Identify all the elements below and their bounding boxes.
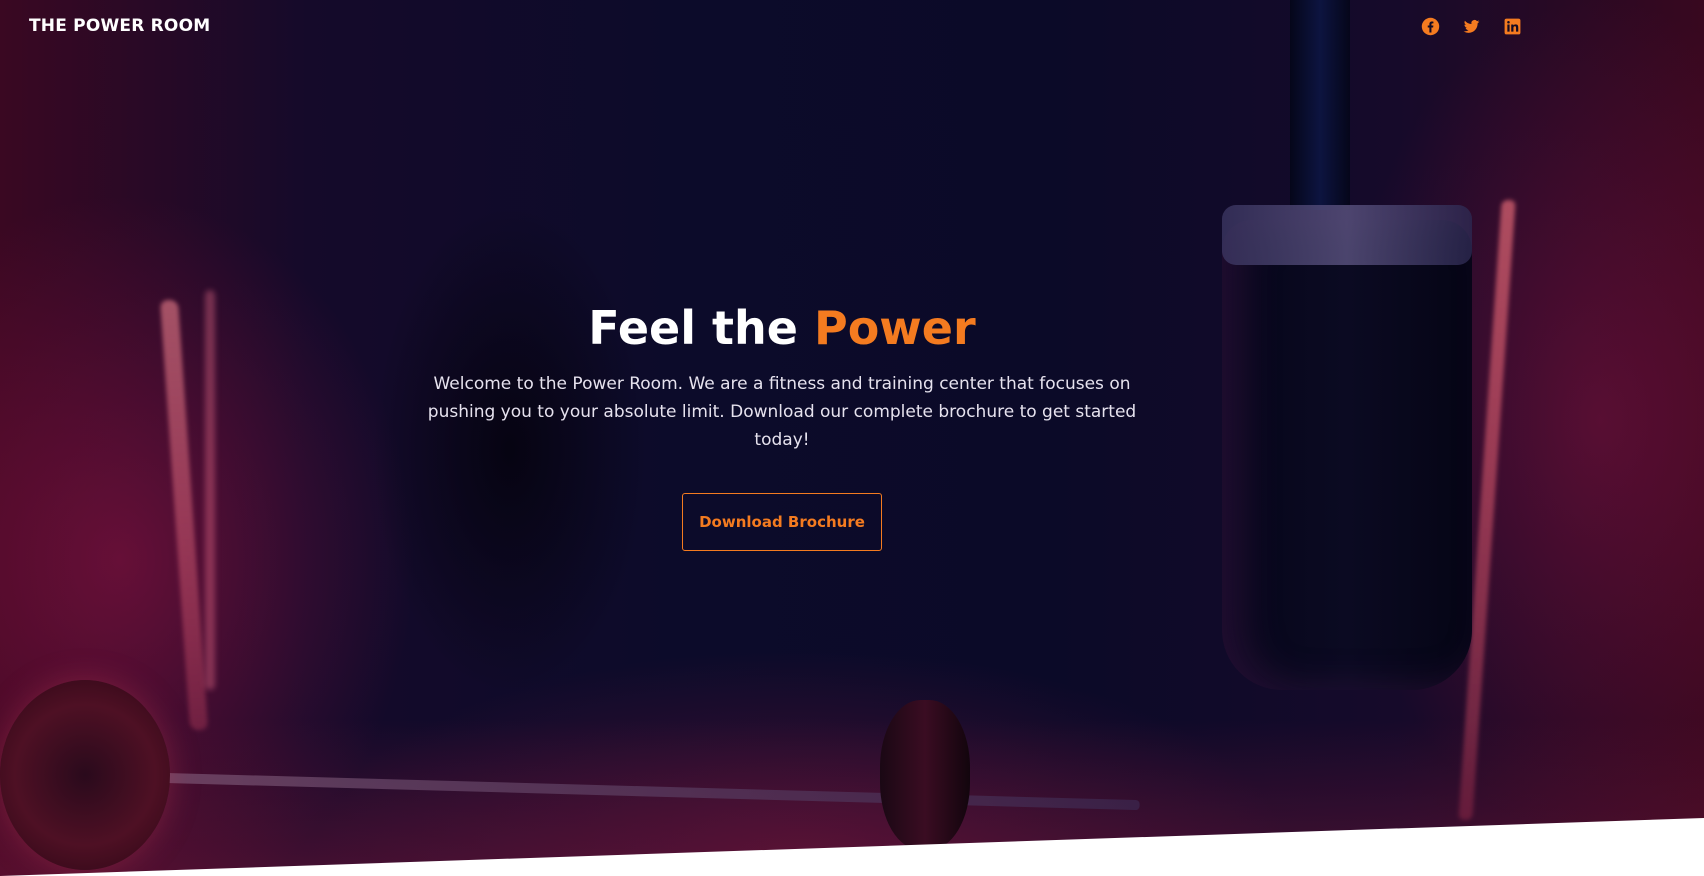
- hero-title: Feel the Power: [0, 298, 1564, 358]
- social-links: [1420, 16, 1523, 37]
- background-weight-plate: [880, 700, 970, 850]
- hero-title-plain: Feel the: [588, 301, 814, 355]
- hero-title-accent: Power: [813, 301, 976, 355]
- background-punching-bag-strap: [1290, 0, 1350, 210]
- facebook-icon: [1421, 17, 1440, 36]
- linkedin-icon: [1504, 18, 1521, 35]
- download-brochure-button[interactable]: Download Brochure: [682, 493, 882, 551]
- twitter-icon: [1463, 19, 1480, 33]
- twitter-link[interactable]: [1461, 16, 1482, 37]
- hero-content: Feel the Power Welcome to the Power Room…: [0, 298, 1564, 551]
- hero-section: THE POWER ROOM Feel the Power Welcome to…: [0, 0, 1704, 876]
- hero-description: Welcome to the Power Room. We are a fitn…: [427, 374, 1137, 450]
- background-weight-plate: [0, 680, 170, 870]
- linkedin-link[interactable]: [1502, 16, 1523, 37]
- facebook-link[interactable]: [1420, 16, 1441, 37]
- brand-logo[interactable]: THE POWER ROOM: [29, 14, 210, 38]
- background-punching-bag-band: [1222, 205, 1472, 265]
